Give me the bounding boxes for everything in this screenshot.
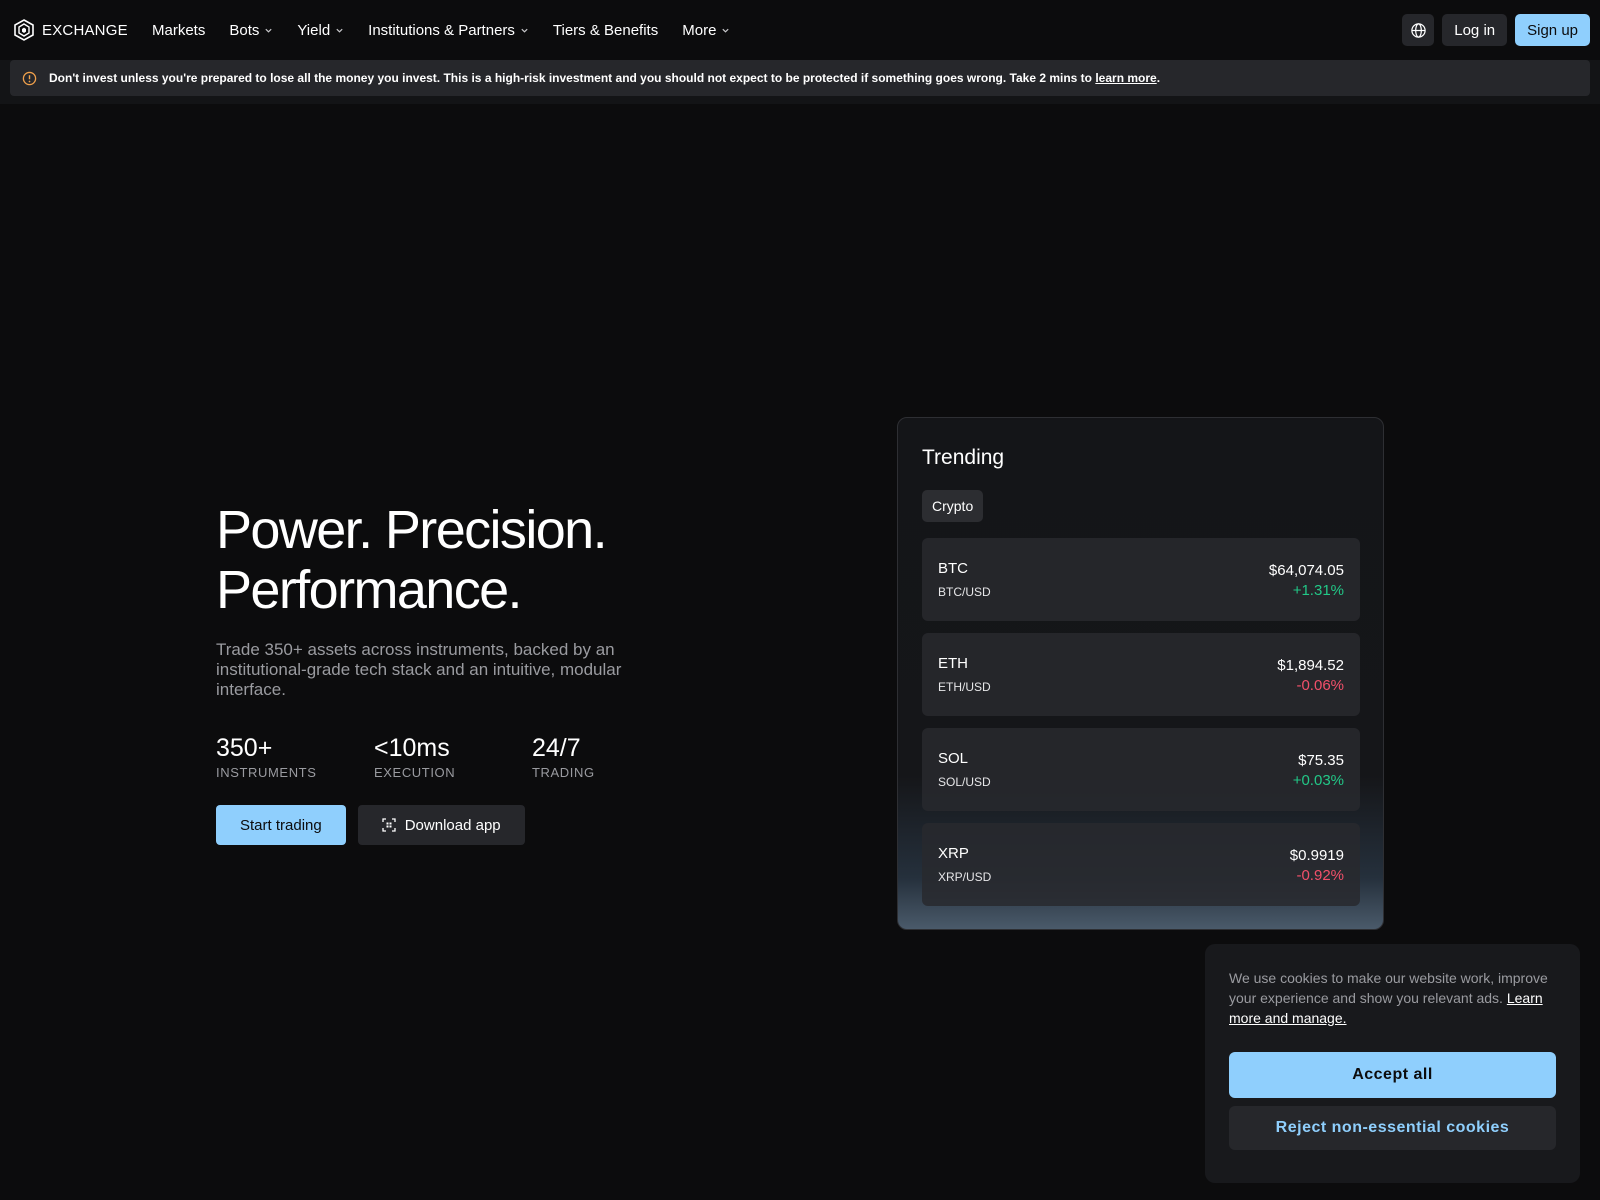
trending-row-xrp[interactable]: XRP XRP/USD $0.9919 -0.92%: [922, 823, 1360, 906]
stat-value: 350+: [216, 734, 273, 762]
nav-item-label: More: [682, 21, 717, 39]
chevron-down-icon: [722, 28, 730, 33]
login-button[interactable]: Log in: [1442, 14, 1508, 46]
reject-cookies-button[interactable]: Reject non-essential cookies: [1229, 1106, 1556, 1150]
stat-label: INSTRUMENTS: [216, 765, 317, 780]
asset-change: +1.31%: [1292, 582, 1344, 599]
signup-button[interactable]: Sign up: [1515, 14, 1590, 46]
risk-warning-suffix: .: [1156, 71, 1161, 85]
trending-row-eth[interactable]: ETH ETH/USD $1,894.52 -0.06%: [922, 633, 1360, 716]
trending-list: BTC BTC/USD $64,074.05 +1.31% ETH ETH/US…: [922, 538, 1360, 918]
asset-price: $0.9919: [1289, 847, 1344, 864]
asset-pair: XRP/USD: [938, 870, 992, 884]
hero-title-line-1: Power. Precision.: [216, 500, 608, 560]
tab-crypto[interactable]: Crypto: [922, 490, 984, 522]
asset-symbol: XRP: [938, 845, 969, 862]
nav-actions: Log in Sign up: [1402, 14, 1590, 46]
nav-item-markets[interactable]: Markets: [152, 22, 205, 39]
nav-item-bots[interactable]: Bots: [229, 22, 273, 39]
stat-execution: <10ms EXECUTION: [374, 733, 532, 780]
accept-all-cookies-button[interactable]: Accept all: [1229, 1052, 1556, 1098]
asset-pair: ETH/USD: [938, 680, 991, 694]
asset-symbol: ETH: [938, 655, 968, 672]
chevron-down-icon: [265, 28, 272, 33]
nav-item-label: Markets: [152, 21, 206, 39]
cookie-consent-panel: We use cookies to make our website work,…: [1205, 944, 1580, 1183]
nav-item-label: Bots: [229, 21, 260, 39]
exchange-logo-icon: [14, 19, 34, 41]
risk-learn-more-link[interactable]: learn more: [1095, 71, 1156, 85]
language-button[interactable]: [1402, 14, 1435, 46]
asset-pair: SOL/USD: [938, 775, 991, 789]
hero-title-line-2: Performance.: [216, 560, 523, 620]
stat-trading: 24/7 TRADING: [532, 733, 690, 780]
risk-warning-message: Don't invest unless you're prepared to l…: [49, 71, 1096, 85]
warning-icon: [22, 71, 37, 85]
nav-item-label: Yield: [297, 21, 331, 39]
stat-label: EXECUTION: [374, 765, 456, 780]
asset-symbol: SOL: [938, 750, 969, 767]
download-app-label: Download app: [404, 816, 501, 834]
hero-stats: 350+ INSTRUMENTS <10ms EXECUTION 24/7 TR…: [216, 733, 690, 780]
asset-change: +0.03%: [1292, 772, 1344, 789]
asset-price: $64,074.05: [1268, 562, 1344, 579]
nav-item-more[interactable]: More: [682, 22, 730, 39]
nav-item-institutions[interactable]: Institutions & Partners: [368, 22, 529, 39]
nav-item-label: Tiers & Benefits: [552, 21, 659, 39]
qr-code-icon: [382, 818, 396, 832]
start-trading-button[interactable]: Start trading: [216, 805, 346, 845]
asset-change: -0.92%: [1296, 867, 1344, 884]
top-navigation: EXCHANGE Markets Bots Yield Institutions…: [0, 0, 1600, 60]
cookie-message-text: We use cookies to make our website work,…: [1229, 970, 1548, 1006]
nav-item-tiers[interactable]: Tiers & Benefits: [553, 22, 658, 39]
trending-row-sol[interactable]: SOL SOL/USD $75.35 +0.03%: [922, 728, 1360, 811]
stat-value: 24/7: [532, 734, 581, 762]
asset-pair: BTC/USD: [938, 585, 991, 599]
asset-price: $75.35: [1298, 752, 1344, 769]
trending-card: Trending Crypto BTC BTC/USD $64,074.05 +…: [897, 417, 1384, 930]
chevron-down-icon: [521, 28, 528, 33]
risk-banner-wrapper: Don't invest unless you're prepared to l…: [0, 60, 1600, 104]
stat-instruments: 350+ INSTRUMENTS: [216, 733, 374, 780]
download-app-button[interactable]: Download app: [357, 805, 525, 845]
risk-warning-banner: Don't invest unless you're prepared to l…: [10, 60, 1590, 96]
chevron-down-icon: [336, 28, 343, 33]
hero-title: Power. Precision. Performance.: [216, 500, 816, 620]
asset-change: -0.06%: [1296, 677, 1344, 694]
hero-subtitle: Trade 350+ assets across instruments, ba…: [216, 640, 622, 699]
stat-label: TRADING: [532, 765, 595, 780]
main-nav: Markets Bots Yield Institutions & Partne…: [152, 18, 754, 42]
trending-title: Trending: [922, 446, 1005, 469]
asset-price: $1,894.52: [1277, 657, 1344, 674]
asset-symbol: BTC: [938, 560, 968, 577]
brand-name: EXCHANGE: [42, 21, 128, 39]
nav-item-label: Institutions & Partners: [368, 21, 515, 39]
trending-row-btc[interactable]: BTC BTC/USD $64,074.05 +1.31%: [922, 538, 1360, 621]
brand-logo[interactable]: EXCHANGE: [14, 18, 128, 42]
hero-cta-row: Start trading Download app: [216, 805, 525, 845]
globe-icon: [1411, 22, 1426, 38]
risk-warning-text: Don't invest unless you're prepared to l…: [49, 71, 1160, 85]
stat-value: <10ms: [374, 734, 450, 762]
cookie-message: We use cookies to make our website work,…: [1229, 968, 1559, 1028]
nav-item-yield[interactable]: Yield: [297, 22, 344, 39]
